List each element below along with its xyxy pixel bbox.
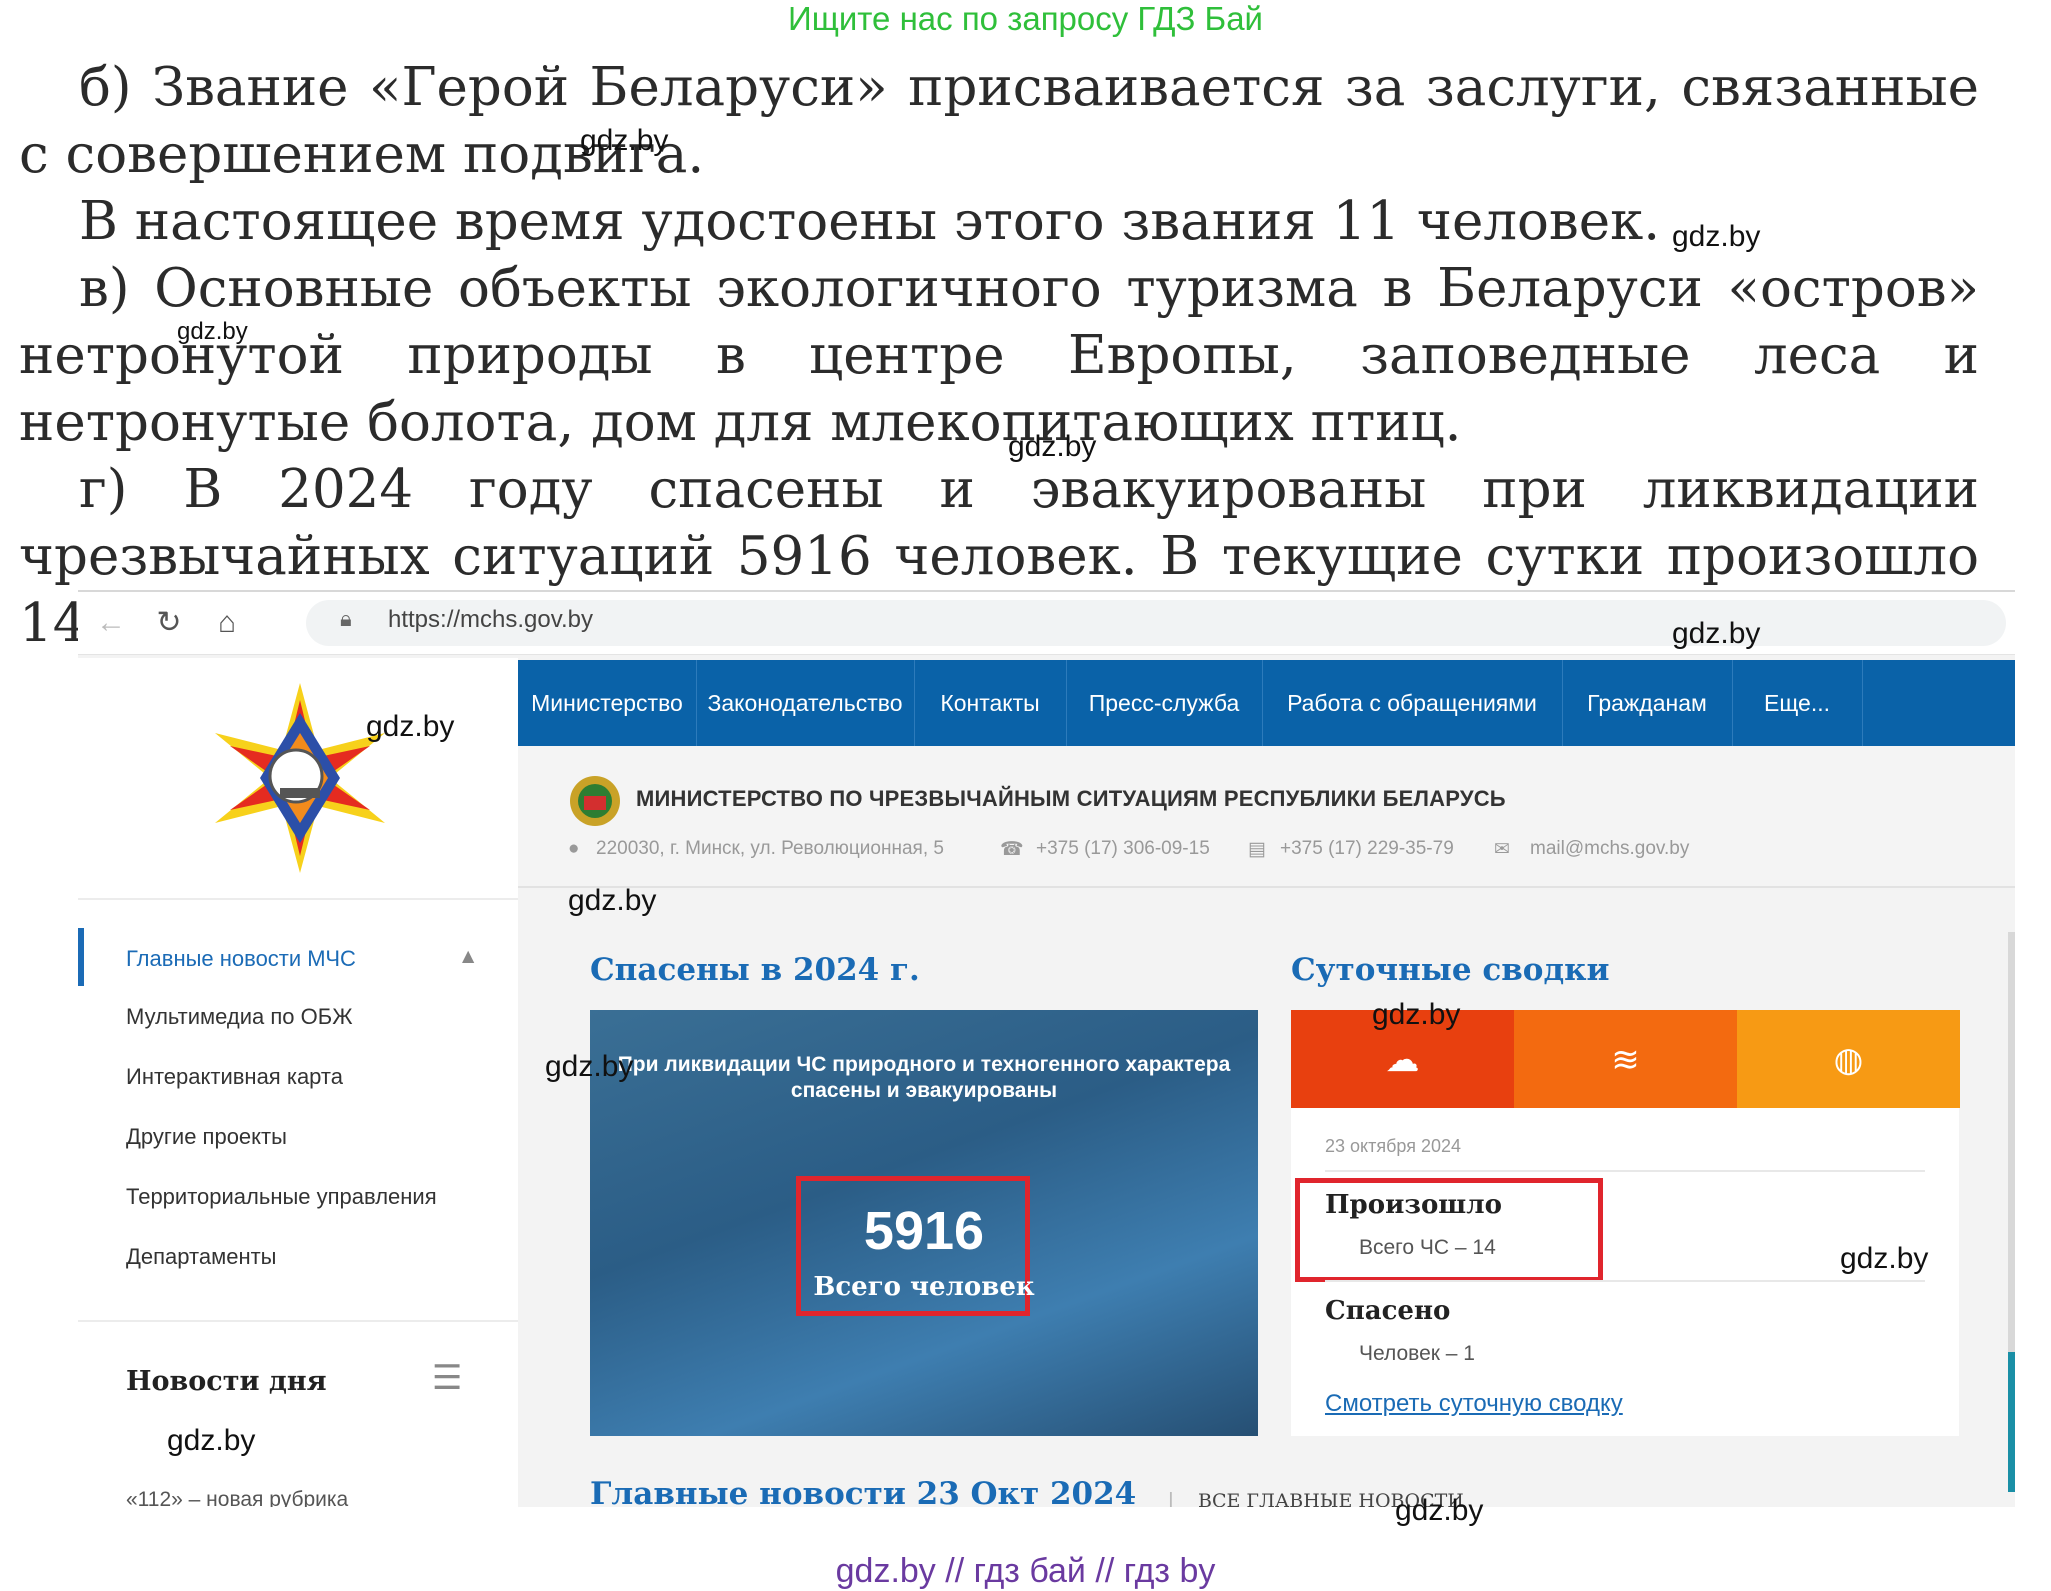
answer-v: в) Основные объекты экологичного туризма… xyxy=(19,258,1979,453)
saved-value: Человек – 1 xyxy=(1359,1342,1475,1365)
sidebar-item-main-news[interactable]: Главные новости МЧС xyxy=(126,946,356,972)
filter-icon[interactable]: ☰ xyxy=(432,1358,462,1398)
ministry-fax: +375 (17) 229-35-79 xyxy=(1280,838,1454,859)
sidebar-item-multimedia[interactable]: Мультимедиа по ОБЖ xyxy=(126,1004,353,1030)
daily-summary-link[interactable]: Смотреть суточную сводку xyxy=(1325,1390,1623,1418)
state-emblem-icon xyxy=(570,776,620,826)
mail-icon: ✉ xyxy=(1494,839,1510,860)
ministry-email[interactable]: mail@mchs.gov.by xyxy=(1530,838,1689,860)
separator: | xyxy=(1168,1488,1174,1507)
watermark: gdz.by xyxy=(545,1050,634,1083)
happened-title: Произошло xyxy=(1325,1190,1502,1220)
news-item[interactable]: «112» – новая рубрика xyxy=(126,1488,348,1507)
rescued-heading[interactable]: Спасены в 2024 г. xyxy=(590,952,920,988)
watermark: gdz.by xyxy=(1008,430,1097,463)
main-news-heading[interactable]: Главные новости 23 Окт 2024 xyxy=(590,1476,1136,1507)
sidebar: Главные новости МЧС ▲ Мультимедиа по ОБЖ… xyxy=(78,658,518,1507)
active-indicator xyxy=(78,928,84,986)
url-text[interactable]: https://mchs.gov.by xyxy=(388,606,593,634)
lock-icon: 🔒︎ xyxy=(340,606,352,631)
watermark: gdz.by xyxy=(580,124,669,157)
watermark: gdz.by xyxy=(1372,998,1461,1031)
mchs-emblem-icon xyxy=(215,683,385,873)
sidebar-item-departments[interactable]: Департаменты xyxy=(126,1244,277,1270)
belarus-map-icon: ☁ xyxy=(1385,1041,1420,1079)
sidebar-item-projects[interactable]: Другие проекты xyxy=(126,1124,287,1150)
ministry-title: МИНИСТЕРСТВО ПО ЧРЕЗВЫЧАЙНЫМ СИТУАЦИЯМ Р… xyxy=(636,786,1506,811)
watermark: gdz.by xyxy=(1672,617,1761,650)
location-icon: ● xyxy=(568,838,580,859)
ministry-header: МИНИСТЕРСТВО ПО ЧРЕЗВЫЧАЙНЫМ СИТУАЦИЯМ Р… xyxy=(518,746,2015,888)
watermark: gdz.by xyxy=(568,884,657,917)
summary-date: 23 октября 2024 xyxy=(1325,1136,1462,1156)
rescued-number: 5916 xyxy=(863,1201,985,1261)
divider xyxy=(78,1320,518,1322)
tornado-icon: ≋ xyxy=(1611,1041,1640,1079)
daily-summary-card: ☁ ≋ ◍ 23 октября 2024 Произошло Всего ЧС… xyxy=(1291,1010,1960,1436)
tab-press[interactable]: Пресс-служба xyxy=(1066,660,1263,746)
footer-links[interactable]: gdz.by // гдз бай // гдз by xyxy=(0,1552,2051,1591)
ministry-address: 220030, г. Минск, ул. Революционная, 5 xyxy=(596,838,944,859)
top-banner: Ищите нас по запросу ГДЗ Бай xyxy=(788,0,1263,37)
watermark: gdz.by xyxy=(1672,220,1761,253)
answer-text: б) Звание «Герой Беларуси» присваивается… xyxy=(19,54,1979,657)
logo-area xyxy=(78,658,518,900)
home-icon[interactable]: ⌂ xyxy=(208,604,246,642)
chevron-up-icon[interactable]: ▲ xyxy=(462,946,474,965)
scrollbar-thumb[interactable] xyxy=(2008,1352,2015,1492)
sidebar-item-map[interactable]: Интерактивная карта xyxy=(126,1064,343,1090)
watermark: gdz.by xyxy=(177,318,248,345)
reload-icon[interactable]: ↻ xyxy=(150,604,188,642)
globe-icon: ◍ xyxy=(1833,1041,1864,1079)
phone-icon: ☎ xyxy=(1000,839,1024,860)
news-of-day-title: Новости дня xyxy=(126,1366,327,1397)
top-navigation: Министерство Законодательство Контакты П… xyxy=(518,660,2015,746)
divider xyxy=(1325,1170,1925,1172)
rescued-caption: При ликвидации ЧС природного и техногенн… xyxy=(617,1053,1231,1102)
fax-icon: ▤ xyxy=(1248,839,1266,860)
divider xyxy=(1325,1280,1925,1282)
tab-legislation[interactable]: Законодательство xyxy=(696,660,915,746)
tab-weather[interactable]: ≋ xyxy=(1514,1010,1737,1108)
rescued-card[interactable]: При ликвидации ЧС природного и техногенн… xyxy=(590,1010,1258,1436)
tab-more[interactable]: Еще... xyxy=(1732,660,1863,746)
tab-citizens[interactable]: Гражданам xyxy=(1562,660,1733,746)
ministry-phone[interactable]: +375 (17) 306-09-15 xyxy=(1036,838,1210,860)
watermark: gdz.by xyxy=(1840,1242,1929,1275)
rescued-number-label: Всего человек xyxy=(813,1272,1035,1302)
daily-heading[interactable]: Суточные сводки xyxy=(1291,952,1610,988)
tab-appeals[interactable]: Работа с обращениями xyxy=(1262,660,1563,746)
answer-b-1: б) Звание «Герой Беларуси» присваивается… xyxy=(19,57,1979,185)
watermark: gdz.by xyxy=(1395,1494,1484,1527)
sidebar-item-territorial[interactable]: Территориальные управления xyxy=(126,1184,437,1210)
saved-title: Спасено xyxy=(1325,1296,1451,1326)
happened-value: Всего ЧС – 14 xyxy=(1359,1236,1496,1259)
watermark: gdz.by xyxy=(366,710,455,743)
tab-world[interactable]: ◍ xyxy=(1737,1010,1960,1108)
watermark: gdz.by xyxy=(167,1424,256,1457)
tab-contacts[interactable]: Контакты xyxy=(914,660,1067,746)
back-arrow-icon[interactable]: ← xyxy=(92,604,130,642)
tab-ministry[interactable]: Министерство xyxy=(518,660,697,746)
